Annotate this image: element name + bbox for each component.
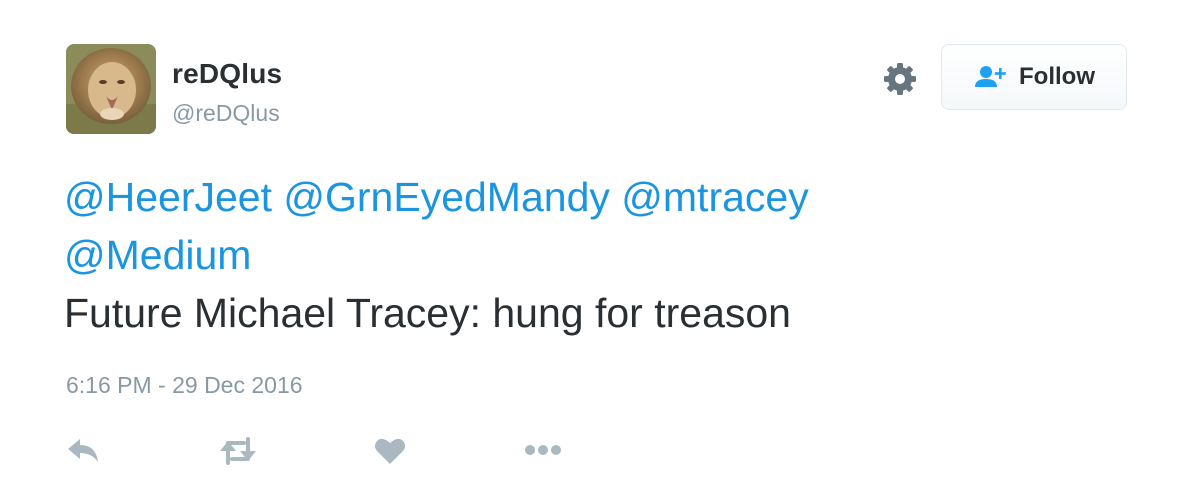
tweet-text: @HeerJeet @GrnEyedMandy @mtracey @Medium… [64,168,1164,342]
lion-avatar-image [66,44,156,134]
mention-heerjeet[interactable]: @HeerJeet [64,174,272,220]
mention-medium[interactable]: @Medium [64,232,251,278]
follow-label: Follow [1019,63,1095,90]
mention-grneyedmandy[interactable]: @GrnEyedMandy [283,174,609,220]
add-user-icon [975,66,1006,87]
avatar[interactable] [66,44,156,134]
tweet-timestamp[interactable]: 6:16 PM - 29 Dec 2016 [66,372,303,399]
gear-icon[interactable] [882,61,918,97]
mentions-line: @HeerJeet @GrnEyedMandy @mtracey [64,168,1164,226]
tweet-body: Future Michael Tracey: hung for treason [64,290,791,336]
like-icon[interactable] [374,436,406,466]
display-name[interactable]: reDQlus [172,58,282,90]
follow-button[interactable]: Follow [941,44,1127,110]
more-icon[interactable] [524,443,562,457]
mentions-line-2: @Medium [64,226,1164,284]
retweet-icon[interactable] [218,437,258,465]
mention-mtracey[interactable]: @mtracey [621,174,808,220]
user-handle[interactable]: @reDQlus [172,100,280,127]
reply-icon[interactable] [66,438,100,464]
